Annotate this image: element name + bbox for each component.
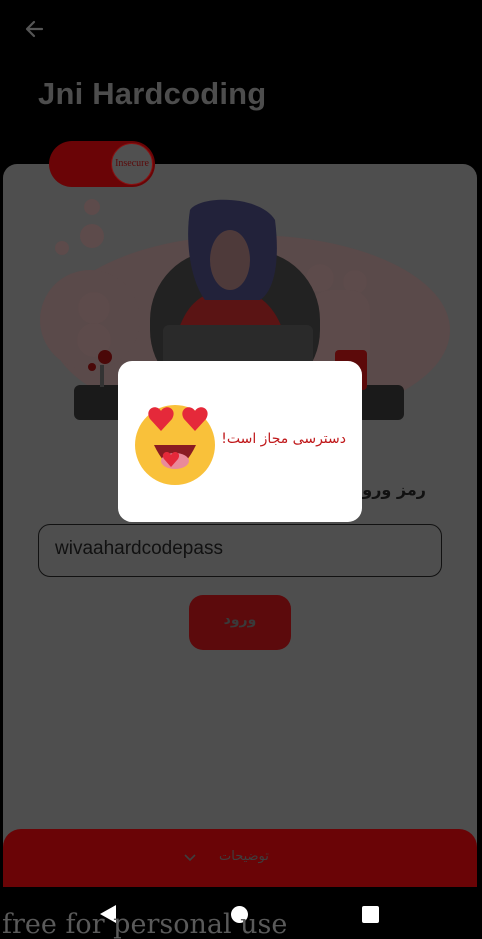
chevron-down-icon xyxy=(184,854,196,862)
login-button-label: ورود xyxy=(223,612,257,628)
toggle-knob: Insecure xyxy=(111,143,153,185)
watermark-text: free for personal use xyxy=(2,909,288,939)
app-title: Jni Hardcoding xyxy=(38,76,267,111)
insecure-toggle[interactable]: Insecure xyxy=(49,141,155,187)
nav-recents-icon[interactable] xyxy=(362,906,379,923)
password-field[interactable]: wivaahardcodepass xyxy=(38,524,442,577)
login-button[interactable]: ورود xyxy=(189,595,291,650)
access-dialog[interactable]: دسترسی مجاز است! xyxy=(118,361,362,522)
password-label: رمز ورود xyxy=(354,480,426,499)
password-value: wivaahardcodepass xyxy=(55,538,223,559)
back-arrow-icon[interactable] xyxy=(20,14,50,44)
heart-eyes-emoji-icon xyxy=(135,405,215,485)
description-label: توضیحات xyxy=(219,849,269,864)
dialog-message: دسترسی مجاز است! xyxy=(221,431,346,447)
toggle-label: Insecure xyxy=(115,158,149,169)
